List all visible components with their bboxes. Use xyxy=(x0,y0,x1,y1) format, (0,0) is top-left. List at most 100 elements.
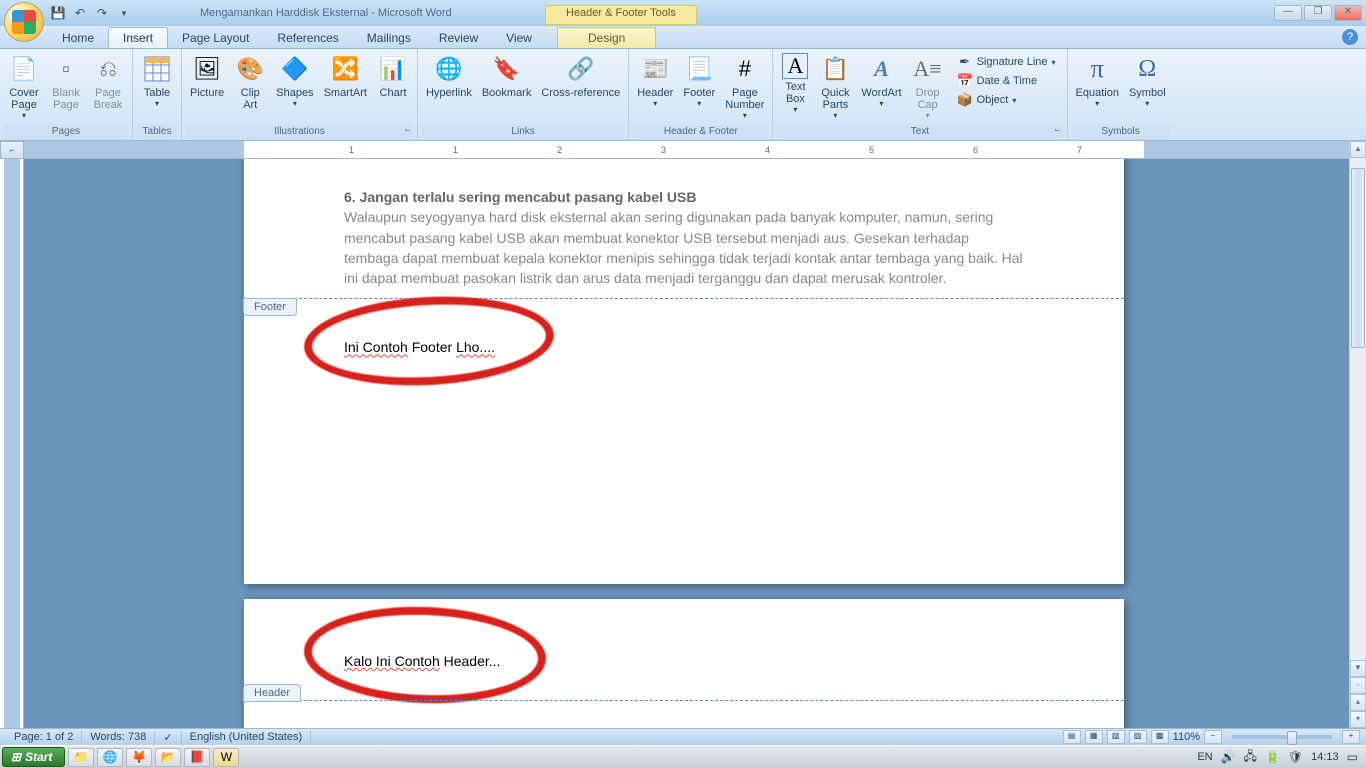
tab-insert[interactable]: Insert xyxy=(108,27,168,48)
tab-home[interactable]: Home xyxy=(48,28,108,48)
browse-object-button[interactable]: ◦ xyxy=(1350,677,1366,694)
group-label-tables: Tables xyxy=(137,124,177,140)
battery-icon[interactable]: 🔋 xyxy=(1265,750,1280,764)
group-illustrations: 🖼Picture 🎨Clip Art 🔷Shapes▾ 🔀SmartArt 📊C… xyxy=(182,49,418,140)
network-icon[interactable]: 🖧 xyxy=(1244,747,1257,768)
tray-clock[interactable]: 14:13 xyxy=(1311,751,1339,763)
wordart-button[interactable]: AWordArt▾ xyxy=(857,51,905,110)
view-print-layout[interactable]: ▤ xyxy=(1063,730,1081,744)
save-icon[interactable]: 💾 xyxy=(50,5,66,21)
hyperlink-icon: 🌐 xyxy=(433,53,465,85)
shapes-button[interactable]: 🔷Shapes▾ xyxy=(272,51,317,110)
ribbon-tabs: Home Insert Page Layout References Maili… xyxy=(0,26,1366,49)
wordart-icon: A xyxy=(865,53,897,85)
tab-design[interactable]: Design xyxy=(557,27,656,48)
task-explorer[interactable]: 📁 xyxy=(68,748,94,767)
status-language[interactable]: English (United States) xyxy=(182,731,312,743)
group-links: 🌐Hyperlink 🔖Bookmark 🔗Cross-reference Li… xyxy=(418,49,629,140)
date-time-button[interactable]: 📅Date & Time xyxy=(954,72,1059,90)
help-button[interactable]: ? xyxy=(1342,29,1358,45)
bookmark-button[interactable]: 🔖Bookmark xyxy=(478,51,536,101)
date-time-icon: 📅 xyxy=(957,73,973,89)
zoom-level[interactable]: 110% xyxy=(1173,731,1200,743)
hyperlink-button[interactable]: 🌐Hyperlink xyxy=(422,51,476,101)
header-button[interactable]: 📰Header▾ xyxy=(633,51,677,110)
smartart-icon: 🔀 xyxy=(329,53,361,85)
vertical-ruler[interactable] xyxy=(0,159,24,728)
cross-reference-button[interactable]: 🔗Cross-reference xyxy=(537,51,624,101)
quick-parts-button[interactable]: 📋Quick Parts▾ xyxy=(815,51,855,122)
chart-button[interactable]: 📊Chart xyxy=(373,51,413,101)
zoom-out-button[interactable]: − xyxy=(1204,730,1222,744)
redo-icon[interactable]: ↷ xyxy=(94,5,110,21)
tab-page-layout[interactable]: Page Layout xyxy=(168,28,263,48)
table-button[interactable]: Table▾ xyxy=(137,51,177,110)
header-icon: 📰 xyxy=(639,53,671,85)
task-pdf[interactable]: 📕 xyxy=(184,748,210,767)
next-page-button[interactable]: ▾ xyxy=(1350,711,1366,728)
view-full-screen[interactable]: ▦ xyxy=(1085,730,1103,744)
object-button[interactable]: 📦Object ▾ xyxy=(954,91,1059,109)
view-web-layout[interactable]: ▧ xyxy=(1107,730,1125,744)
tab-view[interactable]: View xyxy=(492,28,546,48)
page-break-button[interactable]: ⎌Page Break xyxy=(88,51,128,113)
blank-page-button[interactable]: ▫Blank Page xyxy=(46,51,86,113)
footer-text-1: Ini Contoh xyxy=(344,339,408,355)
status-proofing[interactable]: ✓ xyxy=(155,731,181,744)
volume-icon[interactable]: 🔊 xyxy=(1221,750,1236,764)
drop-cap-button[interactable]: A≡Drop Cap▾ xyxy=(908,51,948,122)
picture-button[interactable]: 🖼Picture xyxy=(186,51,228,101)
tray-language[interactable]: EN xyxy=(1197,751,1212,763)
equation-button[interactable]: πEquation▾ xyxy=(1072,51,1123,110)
office-button[interactable] xyxy=(4,2,44,42)
tab-references[interactable]: References xyxy=(263,28,352,48)
zoom-slider[interactable] xyxy=(1232,735,1332,739)
footer-zone[interactable]: Ini Contoh Footer Lho.... xyxy=(244,299,1124,406)
close-button[interactable]: ✕ xyxy=(1334,5,1362,21)
task-firefox[interactable]: 🦊 xyxy=(126,748,152,767)
clip-art-icon: 🎨 xyxy=(234,53,266,85)
shield-icon[interactable]: 🛡 xyxy=(1288,750,1303,764)
signature-line-button[interactable]: ✒Signature Line ▾ xyxy=(954,53,1059,71)
scroll-thumb[interactable] xyxy=(1351,168,1365,348)
text-box-button[interactable]: AText Box▾ xyxy=(777,51,813,116)
start-button[interactable]: ⊞Start xyxy=(2,747,65,767)
view-outline[interactable]: ▨ xyxy=(1129,730,1147,744)
view-draft[interactable]: ▩ xyxy=(1151,730,1169,744)
document-scroll[interactable]: 6. Jangan terlalu sering mencabut pasang… xyxy=(24,159,1349,728)
ribbon: 📄Cover Page▾ ▫Blank Page ⎌Page Break Pag… xyxy=(0,49,1366,141)
tab-mailings[interactable]: Mailings xyxy=(353,28,425,48)
symbol-icon: Ω xyxy=(1131,53,1163,85)
quick-parts-icon: 📋 xyxy=(819,53,851,85)
page-number-button[interactable]: #Page Number▾ xyxy=(721,51,768,122)
ruler-toggle[interactable]: ⌐ xyxy=(0,141,24,159)
smartart-button[interactable]: 🔀SmartArt xyxy=(320,51,371,101)
horizontal-ruler[interactable]: 112 345 67 xyxy=(24,141,1349,159)
group-text: AText Box▾ 📋Quick Parts▾ AWordArt▾ A≡Dro… xyxy=(773,49,1067,140)
symbol-button[interactable]: ΩSymbol▾ xyxy=(1125,51,1170,110)
task-word[interactable]: W xyxy=(213,748,239,767)
svg-text:6: 6 xyxy=(973,145,978,155)
cover-page-button[interactable]: 📄Cover Page▾ xyxy=(4,51,44,122)
clip-art-button[interactable]: 🎨Clip Art xyxy=(230,51,270,113)
scroll-up-button[interactable]: ▲ xyxy=(1350,141,1366,158)
header-zone[interactable]: Kalo Ini Contoh Header... xyxy=(244,599,1124,694)
prev-page-button[interactable]: ▴ xyxy=(1350,694,1366,711)
show-desktop-icon[interactable]: ▭ xyxy=(1347,750,1358,764)
tab-review[interactable]: Review xyxy=(425,28,492,48)
status-page[interactable]: Page: 1 of 2 xyxy=(6,731,82,743)
undo-icon[interactable]: ↶ xyxy=(72,5,88,21)
status-words[interactable]: Words: 738 xyxy=(82,731,155,743)
task-chrome[interactable]: 🌐 xyxy=(97,748,123,767)
zoom-in-button[interactable]: + xyxy=(1342,730,1360,744)
vertical-scrollbar[interactable]: ▲ ▼ ◦ ▴ ▾ xyxy=(1349,141,1366,728)
group-label-links: Links xyxy=(422,124,624,140)
scroll-track[interactable] xyxy=(1350,158,1366,660)
maximize-button[interactable]: ❐ xyxy=(1304,5,1332,21)
task-folder[interactable]: 📂 xyxy=(155,748,181,767)
scroll-down-button[interactable]: ▼ xyxy=(1350,660,1366,677)
qat-dropdown-icon[interactable]: ▼ xyxy=(116,5,132,21)
footer-button[interactable]: 📃Footer▾ xyxy=(679,51,719,110)
minimize-button[interactable]: — xyxy=(1274,5,1302,21)
footer-text-2: Footer xyxy=(408,339,456,355)
